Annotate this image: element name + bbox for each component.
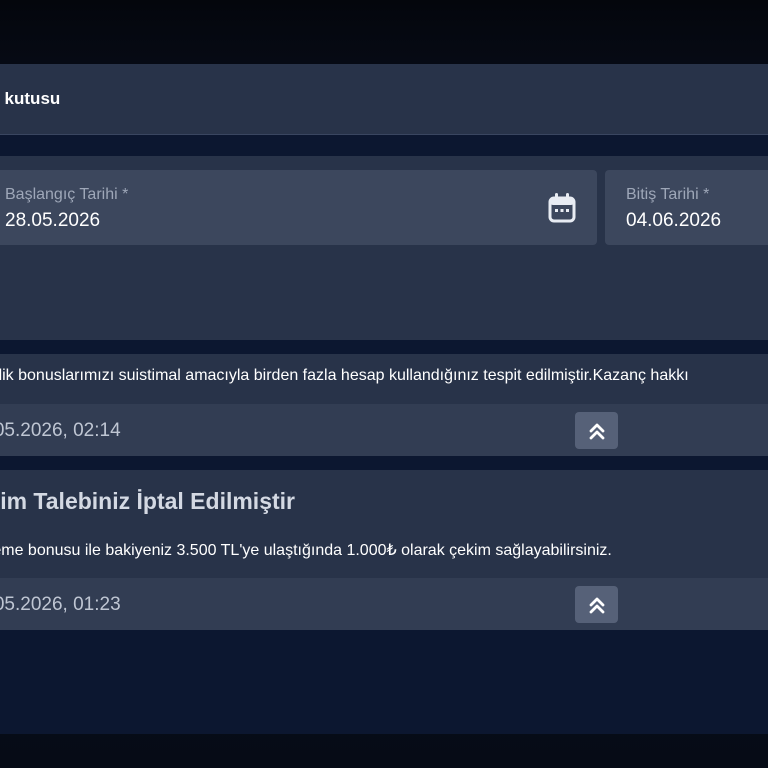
calendar-icon[interactable]	[547, 192, 577, 224]
collapse-button[interactable]	[575, 412, 618, 449]
start-date-field[interactable]: Başlangıç Tarihi * 28.05.2026	[0, 170, 597, 245]
end-date-field[interactable]: Bitiş Tarihi * 04.06.2026	[605, 170, 768, 245]
modal-title: en kutusu	[0, 89, 61, 108]
message-footer: 1.05.2026, 01:23	[0, 578, 768, 630]
inbox-modal: en kutusu Başlangıç Tarihi * 28.05.2026	[0, 64, 768, 734]
end-date-label: Bitiş Tarihi *	[626, 186, 710, 203]
end-date-value[interactable]: 04.06.2026	[626, 210, 721, 232]
message-timestamp: 1.05.2026, 02:14	[0, 420, 121, 441]
message-timestamp: 1.05.2026, 01:23	[0, 594, 121, 615]
message-card: Çekim Talebiniz İptal Edilmiştir Deneme …	[0, 470, 768, 630]
chevrons-up-icon	[589, 423, 604, 439]
message-footer: 1.05.2026, 02:14	[0, 404, 768, 456]
date-filter-panel: Başlangıç Tarihi * 28.05.2026 Bitiş Tari…	[0, 156, 768, 340]
start-date-value[interactable]: 28.05.2026	[5, 210, 100, 232]
modal-header: en kutusu	[0, 64, 768, 135]
message-title: Çekim Talebiniz İptal Edilmiştir	[0, 488, 295, 514]
collapse-button[interactable]	[575, 586, 618, 623]
message-card: Etkinlik bonuslarımızı suistimal amacıyl…	[0, 354, 768, 456]
message-body: Deneme bonusu ile bakiyeniz 3.500 TL'ye …	[0, 542, 612, 559]
screen: en kutusu Başlangıç Tarihi * 28.05.2026	[0, 0, 768, 768]
start-date-label: Başlangıç Tarihi *	[5, 186, 129, 203]
chevrons-up-icon	[589, 597, 604, 613]
message-body: Etkinlik bonuslarımızı suistimal amacıyl…	[0, 367, 689, 384]
